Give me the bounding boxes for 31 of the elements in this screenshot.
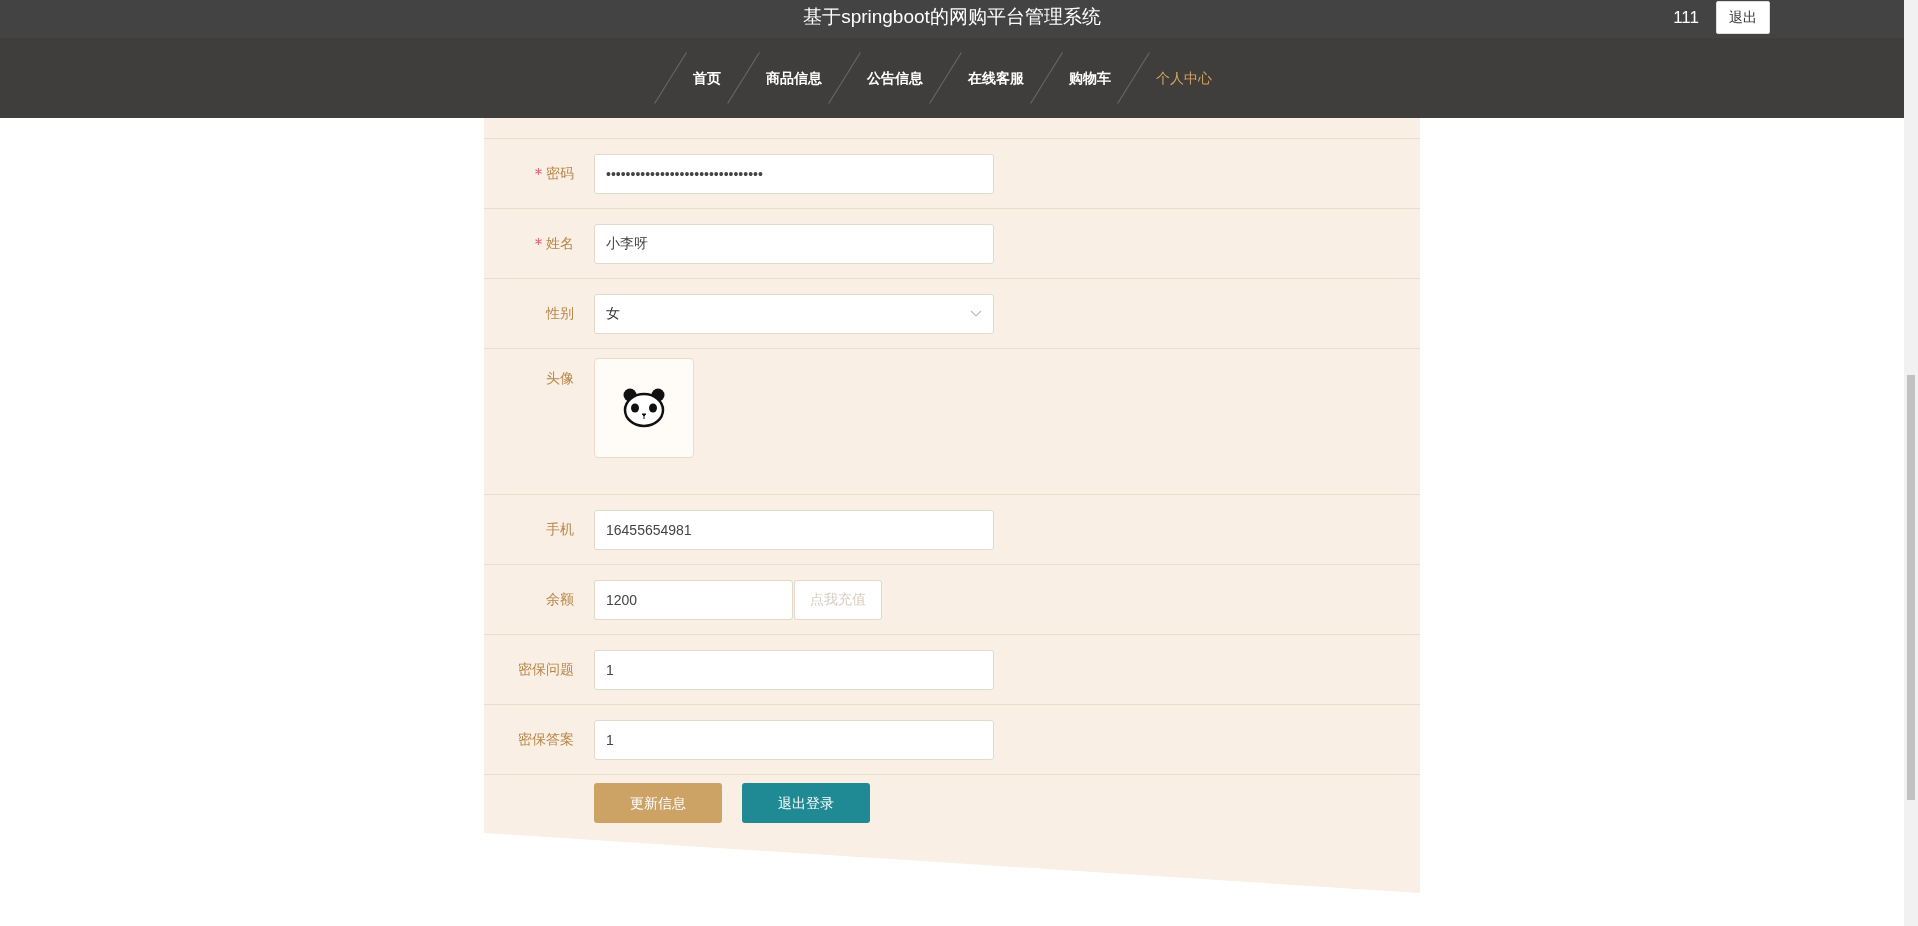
input-field[interactable]: 1 [594, 719, 994, 760]
nav-link[interactable]: 个人中心 [1134, 67, 1234, 89]
nav-link[interactable]: 购物车 [1047, 67, 1133, 89]
required-asterisk-icon [535, 238, 542, 245]
logout-button[interactable]: 退出登录 [742, 783, 870, 823]
nav-link[interactable]: 商品信息 [744, 67, 844, 89]
site-title: 基于springboot的网购平台管理系统 [803, 6, 1101, 27]
field-label: 密码 [484, 163, 574, 184]
field-label: 姓名 [484, 233, 574, 254]
field-label: 密保问题 [517, 660, 574, 679]
field-label: 头像 [545, 369, 574, 388]
required-asterisk-icon [535, 168, 542, 175]
logout-button[interactable]: 退出 [1716, 1, 1770, 34]
field-label: 性别 [544, 304, 574, 323]
field-label: 密保答案 [517, 730, 574, 749]
field-label: 余额 [545, 590, 574, 609]
nav-link[interactable]: 公告信息 [845, 67, 945, 89]
input-field[interactable]: 小李呀 [594, 223, 994, 264]
field-label: 手机 [545, 520, 574, 539]
nav-link[interactable]: 在线客服 [946, 67, 1046, 89]
input-field[interactable]: 16455654981 [594, 509, 994, 550]
username: 111 [1673, 7, 1699, 29]
scrollbar[interactable] [1904, 0, 1918, 926]
avatar-upload[interactable] [594, 358, 694, 458]
nav-link[interactable]: 首页 [671, 67, 743, 89]
chevron-down-icon [970, 309, 982, 318]
input-field[interactable]: 1 [594, 649, 994, 690]
input-field[interactable]: 1200 [594, 579, 793, 620]
input-field[interactable]: •••••••••••••••••••••••••••••••• [594, 153, 994, 194]
select-field[interactable]: 女 [594, 293, 994, 334]
panda-icon [622, 388, 666, 428]
